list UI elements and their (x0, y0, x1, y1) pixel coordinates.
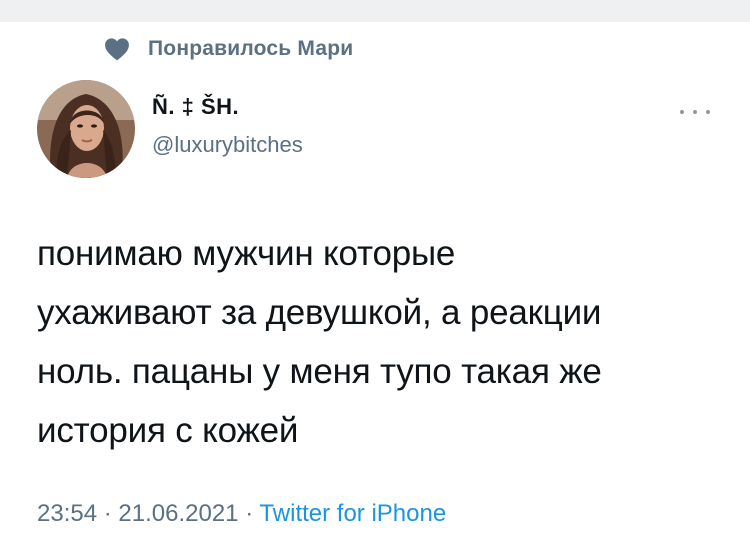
tweet-line: история с кожей (37, 411, 299, 450)
more-dot (706, 110, 710, 114)
meta-separator: · (103, 500, 112, 527)
tweet-date[interactable]: 21.06.2021 (118, 500, 238, 527)
social-context[interactable]: Понравилось Мари (104, 36, 353, 62)
tweet-line: понимаю мужчин которые (37, 234, 456, 273)
author-handle[interactable]: @luxurybitches (152, 132, 303, 158)
tweet-text: понимаю мужчин которые ухаживают за деву… (37, 224, 727, 460)
author-display-name[interactable]: Ñ. ‡ ŠH. (152, 94, 239, 120)
avatar[interactable] (37, 80, 135, 178)
more-options-icon[interactable] (680, 102, 710, 122)
tweet-meta: 23:54 · 21.06.2021 · Twitter for iPhone (37, 500, 446, 528)
more-dot (680, 110, 684, 114)
top-strip (0, 0, 750, 22)
tweet-time[interactable]: 23:54 (37, 500, 97, 527)
heart-icon (105, 38, 129, 61)
tweet-source-link[interactable]: Twitter for iPhone (259, 500, 446, 527)
meta-separator: · (245, 500, 254, 527)
tweet-line: ухаживают за девушкой, а реакции (37, 293, 602, 332)
more-dot (693, 110, 697, 114)
tweet-line: ноль. пацаны у меня тупо такая же (37, 352, 602, 391)
social-context-label: Понравилось Мари (148, 37, 354, 60)
